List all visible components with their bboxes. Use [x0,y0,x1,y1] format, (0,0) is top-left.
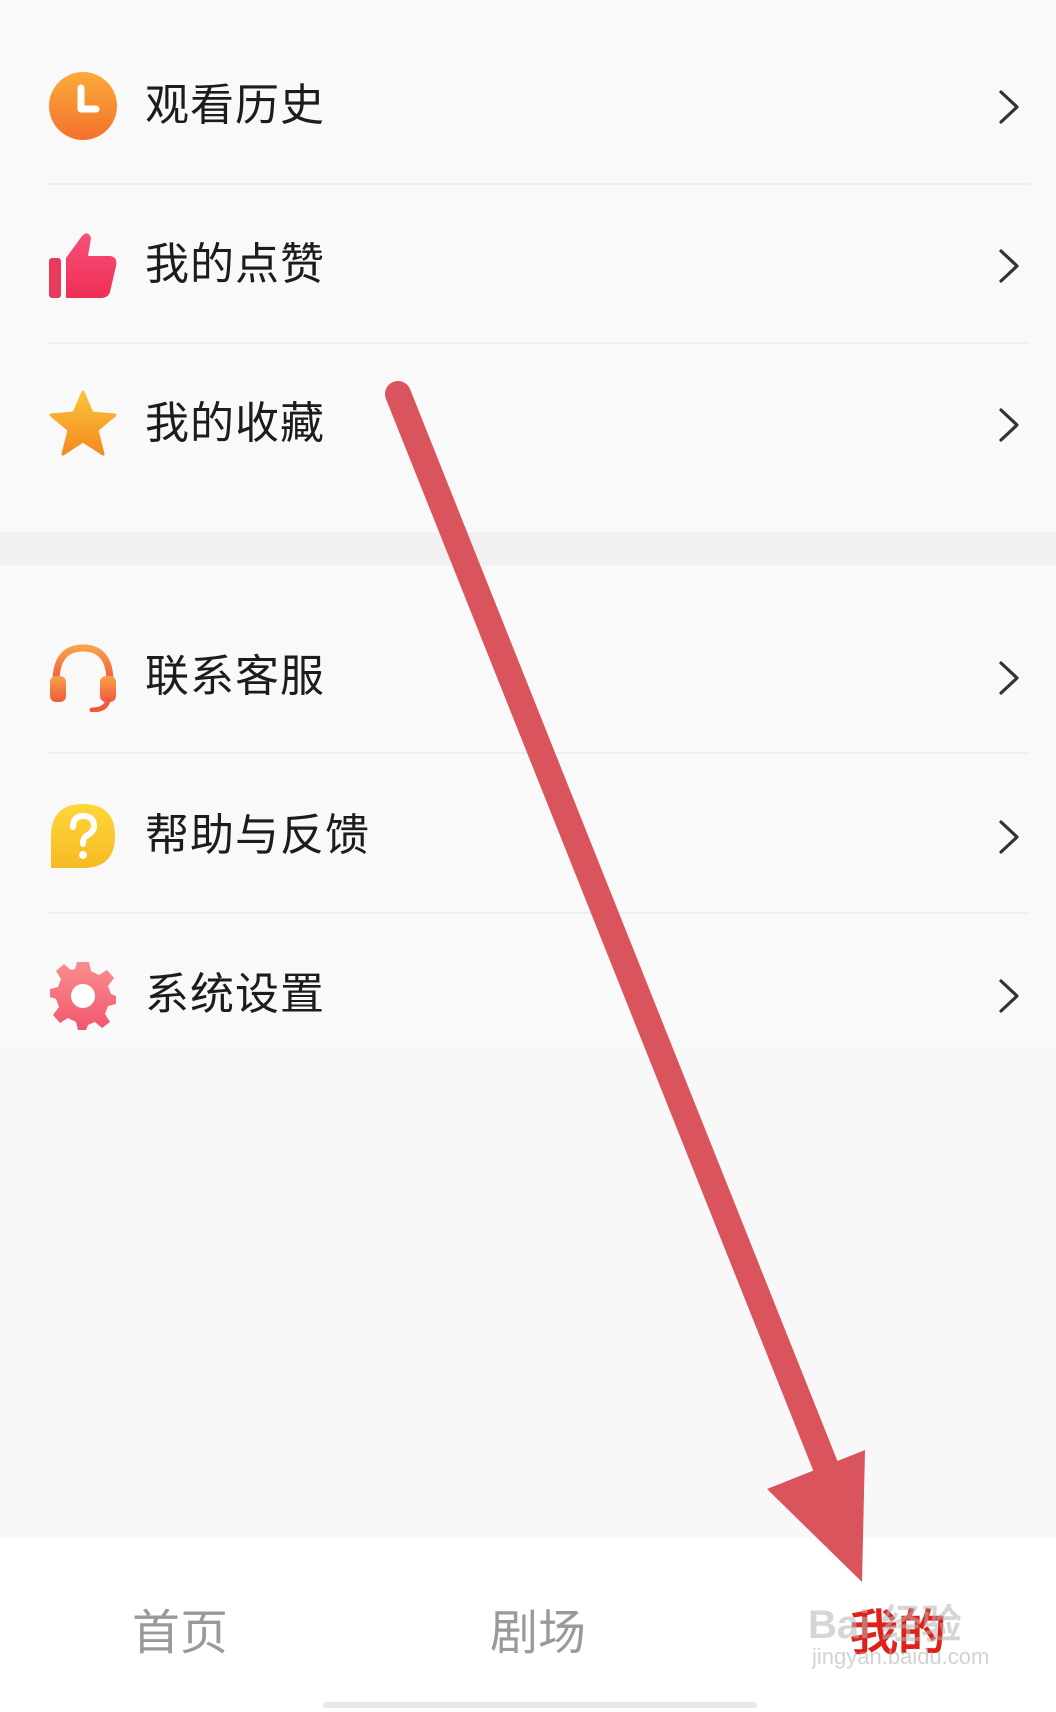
thumbs-up-icon [49,233,117,298]
menu-item-label: 我的收藏 [145,398,325,449]
tab-mine[interactable]: 我的 [818,1598,978,1668]
tab-theater[interactable]: 剧场 [458,1598,618,1668]
menu-item-label: 系统设置 [145,969,325,1020]
divider [48,752,1030,754]
bottom-tab-bar: 首页 剧场 我的 [0,1538,1056,1712]
tab-home[interactable]: 首页 [100,1598,260,1668]
menu-item-label: 帮助与反馈 [145,810,370,861]
profile-page: 观看历史 我的点赞 我的收藏 联系客服 帮助与反馈 系统设置 首页 剧场 我的 … [0,0,1056,1712]
divider [48,912,1030,914]
menu-item-label: 观看历史 [145,80,325,131]
headset-icon [50,644,116,712]
chevron-right-icon [999,249,1019,283]
gear-icon [50,962,116,1030]
menu-item-system-settings[interactable]: 系统设置 [0,915,1056,1073]
chevron-right-icon [999,408,1019,442]
menu-group-support: 联系客服 帮助与反馈 系统设置 [0,565,1056,1045]
menu-item-help-feedback[interactable]: 帮助与反馈 [0,756,1056,914]
chevron-right-icon [999,820,1019,854]
menu-item-my-favorites[interactable]: 我的收藏 [0,344,1056,502]
clock-icon [49,72,117,140]
home-indicator [323,1702,757,1708]
menu-group-activity: 观看历史 我的点赞 我的收藏 [0,0,1056,532]
menu-item-label: 我的点赞 [145,239,325,290]
menu-item-label: 联系客服 [145,651,325,702]
menu-item-contact-support[interactable]: 联系客服 [0,597,1056,755]
menu-item-my-likes[interactable]: 我的点赞 [0,185,1056,343]
menu-item-watch-history[interactable]: 观看历史 [0,26,1056,184]
chevron-right-icon [999,90,1019,124]
chevron-right-icon [999,661,1019,695]
chevron-right-icon [999,979,1019,1013]
star-icon [49,390,117,456]
section-separator [0,532,1056,565]
question-bubble-icon [51,804,115,868]
